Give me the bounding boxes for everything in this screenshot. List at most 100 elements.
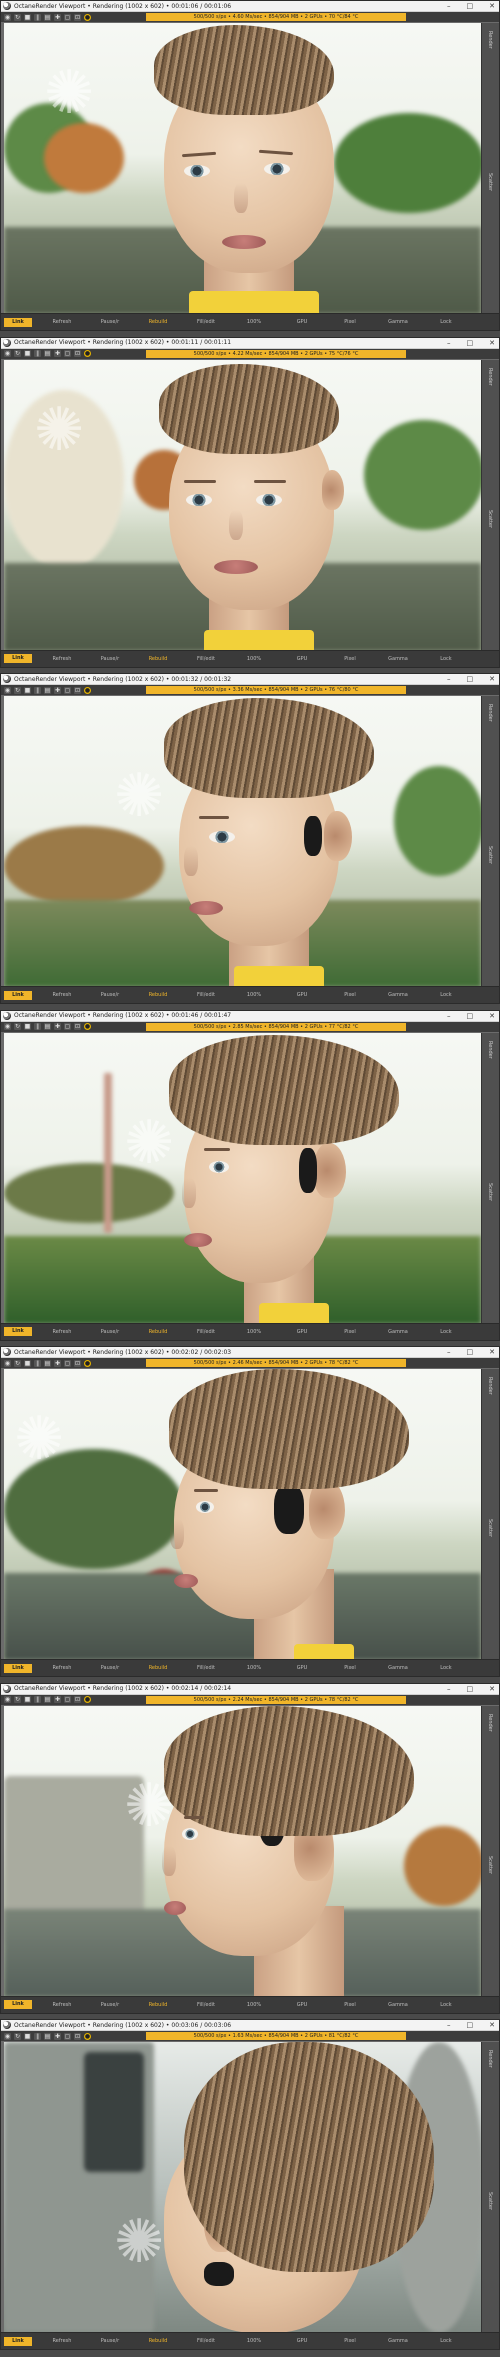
refresh-button[interactable]: Refresh xyxy=(38,2338,86,2344)
refresh-icon[interactable]: ↻ xyxy=(14,13,21,21)
pause-icon[interactable]: ∥ xyxy=(34,350,41,357)
pause-button[interactable]: Pause/r xyxy=(86,1665,134,1671)
gpu-button[interactable]: GPU xyxy=(278,1665,326,1671)
stop-icon[interactable]: ■ xyxy=(24,1023,31,1030)
octane-logo-icon[interactable]: ● xyxy=(84,2032,91,2040)
link-button[interactable]: Link xyxy=(4,1327,32,1336)
pause-button[interactable]: Pause/r xyxy=(86,656,134,662)
camera-icon[interactable]: ◉ xyxy=(4,1023,11,1030)
camera-icon[interactable]: ◉ xyxy=(4,1696,11,1703)
title-bar[interactable]: OctaneRender Viewport • Rendering (1002 … xyxy=(1,674,499,685)
pause-icon[interactable]: ∥ xyxy=(34,1023,41,1030)
pause-button[interactable]: Pause/r xyxy=(86,992,134,998)
gpu-button[interactable]: GPU xyxy=(278,319,326,325)
pick-icon[interactable]: ✚ xyxy=(54,1023,61,1030)
refresh-icon[interactable]: ↻ xyxy=(14,1696,21,1703)
lock-button[interactable]: Lock xyxy=(422,1329,470,1335)
side-panel[interactable]: Render Scatter xyxy=(481,2042,499,2333)
save-icon[interactable]: ▤ xyxy=(44,1023,51,1030)
fill-edit-button[interactable]: Fill/edit xyxy=(182,2002,230,2008)
refresh-icon[interactable]: ↻ xyxy=(14,1023,21,1030)
side-label-render[interactable]: Render xyxy=(487,2050,493,2068)
camera-icon[interactable]: ◉ xyxy=(4,350,11,357)
lock-icon[interactable]: ⊡ xyxy=(74,686,81,694)
side-panel[interactable]: Render Scatter xyxy=(481,359,499,651)
side-label-render[interactable]: Render xyxy=(487,1377,493,1395)
octane-logo-icon[interactable]: ● xyxy=(84,350,91,357)
side-panel[interactable]: Render Scatter xyxy=(481,23,499,314)
pixel-button[interactable]: Pixel xyxy=(326,2002,374,2008)
lock-icon[interactable]: ⊡ xyxy=(74,13,81,21)
gamma-button[interactable]: Gamma xyxy=(374,1665,422,1671)
close-icon[interactable]: ✕ xyxy=(489,1348,495,1356)
pick-icon[interactable]: ✚ xyxy=(54,350,61,357)
refresh-button[interactable]: Refresh xyxy=(38,656,86,662)
save-icon[interactable]: ▤ xyxy=(44,2032,51,2040)
side-panel[interactable]: Render Scatter xyxy=(481,1032,499,1324)
close-icon[interactable]: ✕ xyxy=(489,2,495,10)
gamma-button[interactable]: Gamma xyxy=(374,319,422,325)
maximize-icon[interactable]: □ xyxy=(467,1685,474,1693)
side-label-scatter[interactable]: Scatter xyxy=(487,2192,493,2210)
link-button[interactable]: Link xyxy=(4,2336,32,2346)
pause-button[interactable]: Pause/r xyxy=(86,1329,134,1335)
gamma-button[interactable]: Gamma xyxy=(374,2338,422,2344)
title-bar[interactable]: OctaneRender Viewport • Rendering (1002 … xyxy=(1,337,499,349)
pixel-button[interactable]: Pixel xyxy=(326,319,374,325)
save-icon[interactable]: ▤ xyxy=(44,686,51,694)
rebuild-button[interactable]: Rebuild xyxy=(134,1329,182,1335)
close-icon[interactable]: ✕ xyxy=(489,2021,495,2029)
side-label-scatter[interactable]: Scatter xyxy=(487,1856,493,1874)
camera-icon[interactable]: ◉ xyxy=(4,1359,11,1367)
maximize-icon[interactable]: □ xyxy=(467,1012,474,1020)
stop-icon[interactable]: ■ xyxy=(24,1359,31,1367)
rebuild-button[interactable]: Rebuild xyxy=(134,319,182,325)
save-icon[interactable]: ▤ xyxy=(44,350,51,357)
region-icon[interactable]: ▢ xyxy=(64,350,71,357)
gamma-button[interactable]: Gamma xyxy=(374,2002,422,2008)
fill-edit-button[interactable]: Fill/edit xyxy=(182,992,230,998)
render-image[interactable]: ✺ xyxy=(4,1032,481,1324)
maximize-icon[interactable]: □ xyxy=(467,339,474,347)
region-icon[interactable]: ▢ xyxy=(64,1696,71,1703)
side-label-render[interactable]: Render xyxy=(487,1714,493,1732)
close-icon[interactable]: ✕ xyxy=(489,339,495,347)
side-label-scatter[interactable]: Scatter xyxy=(487,1519,493,1537)
save-icon[interactable]: ▤ xyxy=(44,13,51,21)
stop-icon[interactable]: ■ xyxy=(24,1696,31,1703)
minimize-icon[interactable]: – xyxy=(447,2,451,10)
side-label-scatter[interactable]: Scatter xyxy=(487,846,493,864)
gamma-button[interactable]: Gamma xyxy=(374,1329,422,1335)
render-image[interactable]: ✺ xyxy=(4,1705,481,1997)
zoom-level[interactable]: 100% xyxy=(230,992,278,998)
lock-button[interactable]: Lock xyxy=(422,319,470,325)
title-bar[interactable]: OctaneRender Viewport • Rendering (1002 … xyxy=(1,1683,499,1695)
rebuild-button[interactable]: Rebuild xyxy=(134,2338,182,2344)
pause-icon[interactable]: ∥ xyxy=(34,13,41,21)
lock-icon[interactable]: ⊡ xyxy=(74,1359,81,1367)
rebuild-button[interactable]: Rebuild xyxy=(134,992,182,998)
region-icon[interactable]: ▢ xyxy=(64,2032,71,2040)
link-button[interactable]: Link xyxy=(4,990,32,1000)
close-icon[interactable]: ✕ xyxy=(489,675,495,683)
render-image[interactable]: ✺ xyxy=(4,1369,481,1660)
pause-icon[interactable]: ∥ xyxy=(34,2032,41,2040)
fill-edit-button[interactable]: Fill/edit xyxy=(182,1329,230,1335)
save-icon[interactable]: ▤ xyxy=(44,1696,51,1703)
lock-icon[interactable]: ⊡ xyxy=(74,2032,81,2040)
zoom-level[interactable]: 100% xyxy=(230,656,278,662)
pause-button[interactable]: Pause/r xyxy=(86,319,134,325)
side-label-render[interactable]: Render xyxy=(487,368,493,386)
refresh-button[interactable]: Refresh xyxy=(38,319,86,325)
side-panel[interactable]: Render Scatter xyxy=(481,696,499,987)
side-label-render[interactable]: Render xyxy=(487,704,493,722)
camera-icon[interactable]: ◉ xyxy=(4,13,11,21)
side-label-render[interactable]: Render xyxy=(487,31,493,49)
gpu-button[interactable]: GPU xyxy=(278,1329,326,1335)
lock-icon[interactable]: ⊡ xyxy=(74,1023,81,1030)
lock-icon[interactable]: ⊡ xyxy=(74,1696,81,1703)
pixel-button[interactable]: Pixel xyxy=(326,1665,374,1671)
side-label-render[interactable]: Render xyxy=(487,1041,493,1059)
lock-button[interactable]: Lock xyxy=(422,2338,470,2344)
pause-icon[interactable]: ∥ xyxy=(34,1359,41,1367)
